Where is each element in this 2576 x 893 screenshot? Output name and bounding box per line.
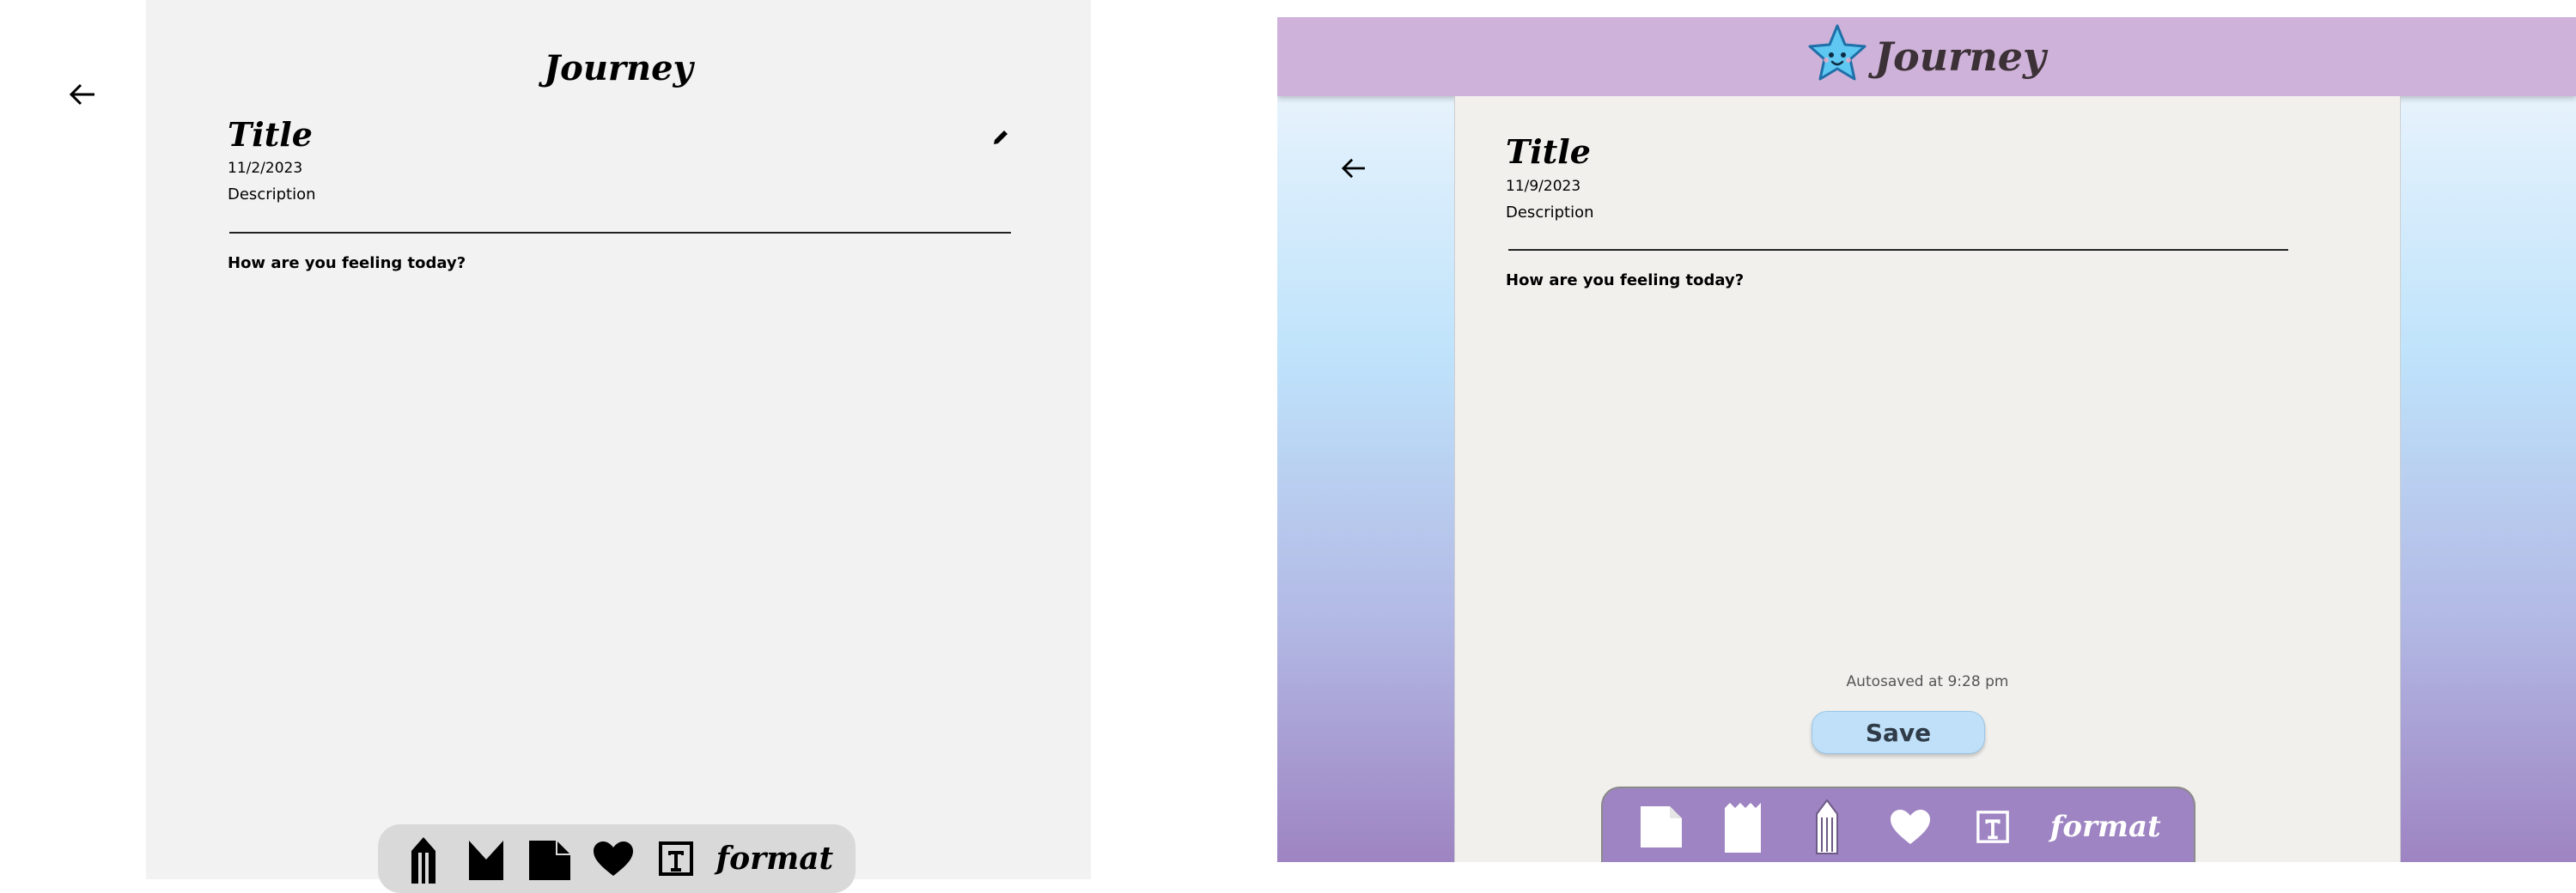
note-icon[interactable] bbox=[527, 831, 573, 886]
entry-title[interactable]: Title bbox=[228, 115, 313, 154]
entry-title[interactable]: Title bbox=[1506, 132, 1591, 171]
entry-description[interactable]: Description bbox=[1506, 204, 1594, 222]
pencil-icon[interactable] bbox=[400, 831, 447, 886]
app-brand-title: Journey bbox=[544, 48, 693, 88]
entry-prompt[interactable]: How are you feeling today? bbox=[228, 254, 466, 272]
divider bbox=[229, 232, 1011, 234]
heart-icon[interactable] bbox=[590, 831, 636, 886]
autosave-status: Autosaved at 9:28 pm bbox=[1846, 673, 2009, 690]
wireframe-journal-page: Journey Title 11/2/2023 Description How … bbox=[146, 0, 1091, 893]
back-arrow-icon[interactable] bbox=[1337, 151, 1371, 185]
entry-date: 11/2/2023 bbox=[228, 160, 303, 177]
text-format-icon[interactable] bbox=[653, 831, 699, 886]
format-label[interactable]: format bbox=[716, 841, 834, 877]
bottom-toolbar: format bbox=[378, 824, 856, 893]
format-label[interactable]: format bbox=[2050, 810, 2161, 844]
notepad-icon[interactable] bbox=[1719, 796, 1770, 858]
app-brand-title: Journey bbox=[1874, 33, 2046, 80]
heart-icon[interactable] bbox=[1885, 796, 1936, 858]
star-mascot-icon bbox=[1807, 24, 1867, 89]
divider bbox=[1508, 249, 2288, 251]
bottom-toolbar: format bbox=[1601, 787, 2195, 862]
pencil-icon[interactable] bbox=[1801, 796, 1853, 858]
text-format-icon[interactable] bbox=[1967, 796, 2019, 858]
edit-pencil-icon[interactable] bbox=[987, 124, 1014, 151]
entry-prompt[interactable]: How are you feeling today? bbox=[1506, 271, 1744, 289]
bookmark-icon[interactable] bbox=[463, 831, 509, 886]
entry-description[interactable]: Description bbox=[228, 185, 316, 204]
entry-date: 11/9/2023 bbox=[1506, 178, 1581, 195]
app-header: Journey bbox=[1277, 17, 2576, 96]
save-button[interactable]: Save bbox=[1812, 711, 1985, 754]
back-arrow-icon[interactable] bbox=[64, 76, 101, 113]
journal-page: Title 11/9/2023 Description How are you … bbox=[1341, 96, 2401, 862]
note-icon[interactable] bbox=[1635, 796, 1687, 858]
app-mockup-window: Journey Title 11/9/2023 Description How … bbox=[1277, 17, 2576, 862]
